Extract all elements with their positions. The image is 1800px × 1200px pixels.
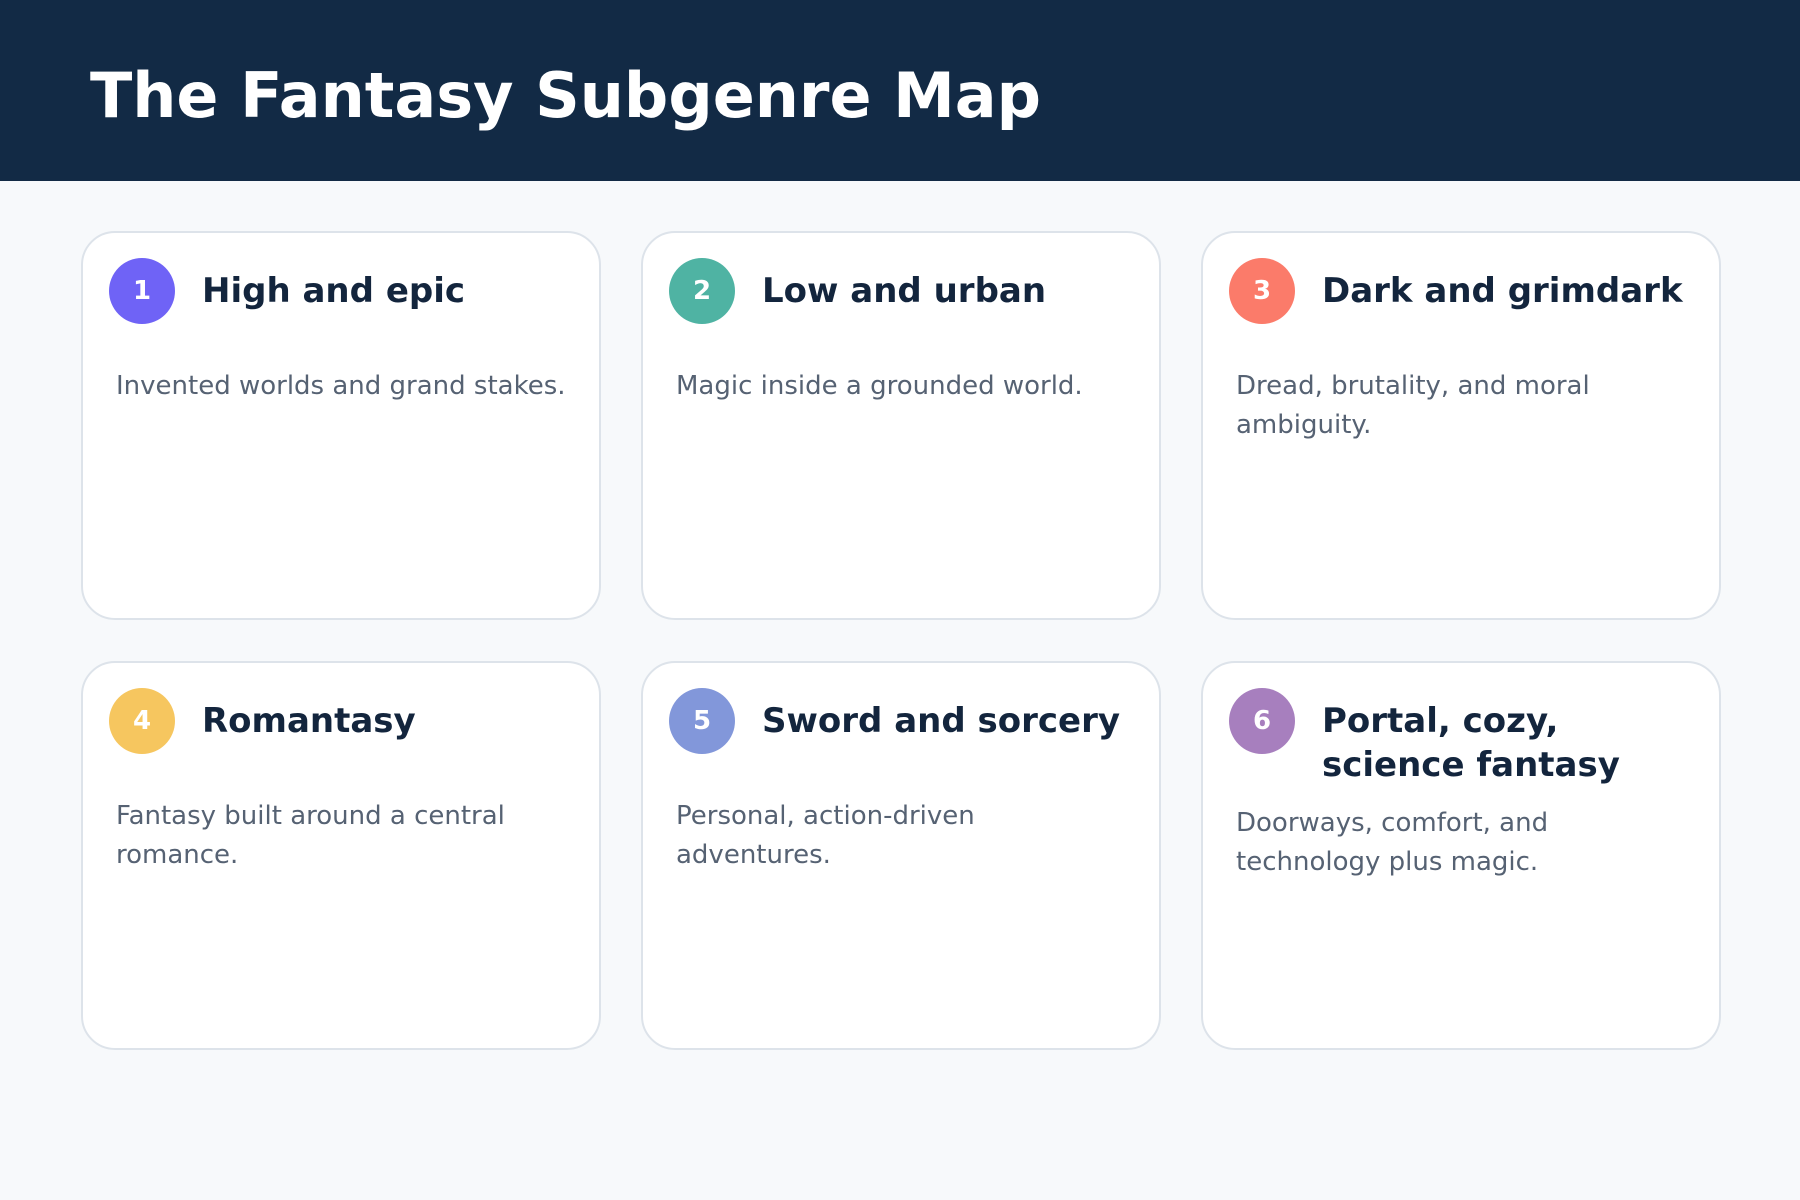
page-header: The Fantasy Subgenre Map [0, 0, 1800, 181]
card-number-badge: 2 [669, 258, 735, 324]
card-title: Low and urban [762, 271, 1047, 311]
subgenre-card-sword-sorcery: 5 Sword and sorcery Personal, action-dri… [641, 661, 1161, 1050]
card-title: Sword and sorcery [762, 701, 1121, 741]
page-title: The Fantasy Subgenre Map [90, 59, 1042, 132]
card-description: Personal, action-driven adventures. [676, 801, 975, 870]
card-description: Fantasy built around a central romance. [116, 801, 505, 870]
card-title: High and epic [202, 271, 466, 311]
card-title: Portal, cozy, science fantasy [1322, 701, 1620, 785]
subgenre-card-high-epic: 1 High and epic Invented worlds and gran… [81, 231, 601, 620]
card-description: Dread, brutality, and moral ambiguity. [1236, 371, 1590, 440]
subgenre-card-romantasy: 4 Romantasy Fantasy built around a centr… [81, 661, 601, 1050]
card-description: Magic inside a grounded world. [676, 371, 1083, 401]
card-title: Romantasy [202, 701, 416, 741]
subgenre-card-dark-grimdark: 3 Dark and grimdark Dread, brutality, an… [1201, 231, 1721, 620]
subgenre-card-low-urban: 2 Low and urban Magic inside a grounded … [641, 231, 1161, 620]
card-number-badge: 4 [109, 688, 175, 754]
card-title: Dark and grimdark [1322, 271, 1683, 311]
subgenre-card-portal-cozy-science: 6 Portal, cozy, science fantasy Doorways… [1201, 661, 1721, 1050]
card-number-badge: 5 [669, 688, 735, 754]
card-number-badge: 1 [109, 258, 175, 324]
card-number-badge: 3 [1229, 258, 1295, 324]
card-number-badge: 6 [1229, 688, 1295, 754]
card-description: Doorways, comfort, and technology plus m… [1236, 808, 1549, 877]
card-description: Invented worlds and grand stakes. [116, 371, 566, 401]
